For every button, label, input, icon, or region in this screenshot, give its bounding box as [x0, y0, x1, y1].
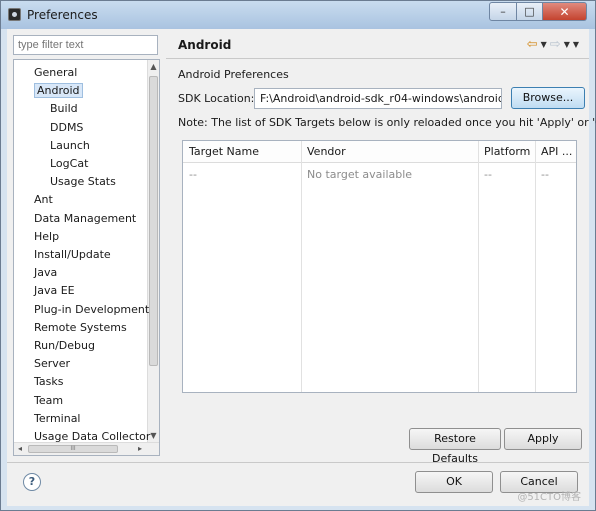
- tree-item-java-ee[interactable]: Java EE: [34, 282, 75, 300]
- page-header: Android ⇦ ▼ ⇨ ▼ ▼: [166, 29, 589, 59]
- apply-button[interactable]: Apply: [504, 428, 582, 450]
- tree-item-ant[interactable]: Ant: [34, 191, 53, 209]
- table-cell-platform[interactable]: --: [478, 168, 492, 181]
- tree-item-logcat[interactable]: LogCat: [50, 155, 88, 173]
- column-header-platform[interactable]: Platform: [478, 141, 535, 163]
- tree-item-general[interactable]: General: [34, 64, 77, 82]
- tree-item-server[interactable]: Server: [34, 355, 70, 373]
- tree-item-team[interactable]: Team: [34, 392, 63, 410]
- window-title: Preferences: [27, 8, 98, 22]
- tree-item-data-management[interactable]: Data Management: [34, 210, 136, 228]
- tree-item-label: Plug-in Development: [34, 302, 150, 316]
- tree-item-terminal[interactable]: Terminal: [34, 410, 81, 428]
- window-controls: – □ ✕: [489, 2, 587, 21]
- tree-item-tasks[interactable]: Tasks: [34, 373, 63, 391]
- eclipse-app-icon: [8, 8, 21, 21]
- tree-vertical-scrollbar[interactable]: ▲ ▼: [147, 60, 159, 443]
- maximize-button[interactable]: □: [517, 2, 543, 21]
- scroll-up-icon[interactable]: ▲: [148, 60, 159, 74]
- forward-arrow-icon[interactable]: ⇨: [550, 37, 561, 52]
- dialog-client-area: ▲ ▼ ◂ III ▸ GeneralAndroidBuildDDMSLaunc…: [7, 29, 596, 506]
- tree-item-label: Java: [34, 266, 58, 280]
- tree-item-label: Usage Stats: [50, 175, 116, 189]
- footer-divider: [7, 462, 589, 463]
- filter-input[interactable]: [13, 35, 158, 55]
- sdk-location-label: SDK Location:: [178, 92, 255, 105]
- preference-page: Android ⇦ ▼ ⇨ ▼ ▼ Android Preferences SD…: [166, 29, 596, 465]
- tree-item-usage-stats[interactable]: Usage Stats: [50, 173, 116, 191]
- tree-item-label: Install/Update: [34, 248, 111, 261]
- page-navigation: ⇦ ▼ ⇨ ▼ ▼: [527, 37, 579, 52]
- tree-item-label: Launch: [50, 138, 90, 152]
- preferences-window: Preferences – □ ✕ ▲ ▼ ◂ III ▸ GeneralAnd…: [0, 0, 596, 511]
- tree-item-label: Help: [34, 229, 60, 243]
- table-cell-api[interactable]: --: [535, 168, 549, 181]
- close-button[interactable]: ✕: [543, 2, 587, 21]
- tree-item-label: Terminal: [34, 411, 81, 425]
- tree-item-help[interactable]: Help: [34, 228, 59, 246]
- back-arrow-icon[interactable]: ⇦: [527, 37, 538, 52]
- section-label: Android Preferences: [178, 68, 289, 81]
- tree-item-launch[interactable]: Launch: [50, 137, 90, 155]
- horizontal-scroll-thumb[interactable]: III: [28, 445, 118, 453]
- tree-item-label: Run/Debug: [34, 339, 95, 352]
- sdk-targets-table[interactable]: Target Name Vendor Platform API ... -- N…: [182, 140, 577, 393]
- tree-item-label: Remote Systems: [34, 320, 127, 334]
- title-bar[interactable]: Preferences – □ ✕: [1, 1, 595, 29]
- tree-item-label: Server: [34, 357, 71, 371]
- vertical-scroll-thumb[interactable]: [149, 76, 158, 366]
- forward-dropdown-icon[interactable]: ▼: [564, 40, 570, 49]
- scroll-left-icon[interactable]: ◂: [14, 443, 26, 455]
- table-cell-vendor[interactable]: No target available: [301, 168, 412, 181]
- tree-item-run-debug[interactable]: Run/Debug: [34, 337, 95, 355]
- restore-defaults-button[interactable]: Restore Defaults: [409, 428, 501, 465]
- tree-item-label: Usage Data Collector: [34, 430, 151, 443]
- table-cell-target-name[interactable]: --: [183, 168, 197, 181]
- watermark: @51CTO博客: [517, 492, 581, 503]
- tree-item-android[interactable]: Android: [34, 82, 83, 100]
- tree-item-label: Build: [50, 102, 78, 116]
- preference-tree[interactable]: ▲ ▼ ◂ III ▸ General Android Build DDMS Launc…: [13, 59, 160, 456]
- tree-item-build[interactable]: Build: [50, 100, 78, 118]
- help-icon[interactable]: ?: [23, 473, 41, 491]
- column-header-target-name[interactable]: Target Name: [183, 141, 301, 163]
- tree-item-label: LogCat: [50, 157, 89, 170]
- tree-item-label: Tasks: [34, 375, 64, 389]
- tree-item-ddms[interactable]: DDMS: [50, 119, 83, 137]
- column-header-vendor[interactable]: Vendor: [301, 141, 478, 163]
- view-menu-icon[interactable]: ▼: [573, 40, 579, 49]
- tree-item-label: Team: [34, 393, 64, 407]
- tree-item-usage-data-collector[interactable]: Usage Data Collector: [34, 428, 150, 446]
- tree-item-label: Java EE: [34, 284, 75, 298]
- tree-item-label: Android: [34, 83, 83, 99]
- minimize-button[interactable]: –: [489, 2, 517, 21]
- tree-item-label: General: [34, 66, 78, 79]
- tree-item-label: Data Management: [34, 211, 137, 225]
- tree-item-label: DDMS: [50, 120, 84, 134]
- tree-item-install-update[interactable]: Install/Update: [34, 246, 111, 264]
- tree-item-remote-systems[interactable]: Remote Systems: [34, 319, 127, 337]
- page-title: Android: [178, 38, 232, 52]
- sdk-reload-note: Note: The list of SDK Targets below is o…: [178, 116, 596, 129]
- back-dropdown-icon[interactable]: ▼: [541, 40, 547, 49]
- sdk-location-field[interactable]: F:\Android\android-sdk_r04-windows\andro…: [254, 88, 502, 109]
- tree-item-plug-in-development[interactable]: Plug-in Development: [34, 301, 149, 319]
- tree-item-label: Ant: [34, 193, 53, 207]
- ok-button[interactable]: OK: [415, 471, 493, 493]
- tree-item-java[interactable]: Java: [34, 264, 57, 282]
- browse-button[interactable]: Browse...: [511, 87, 585, 109]
- column-header-api[interactable]: API ...: [535, 141, 576, 163]
